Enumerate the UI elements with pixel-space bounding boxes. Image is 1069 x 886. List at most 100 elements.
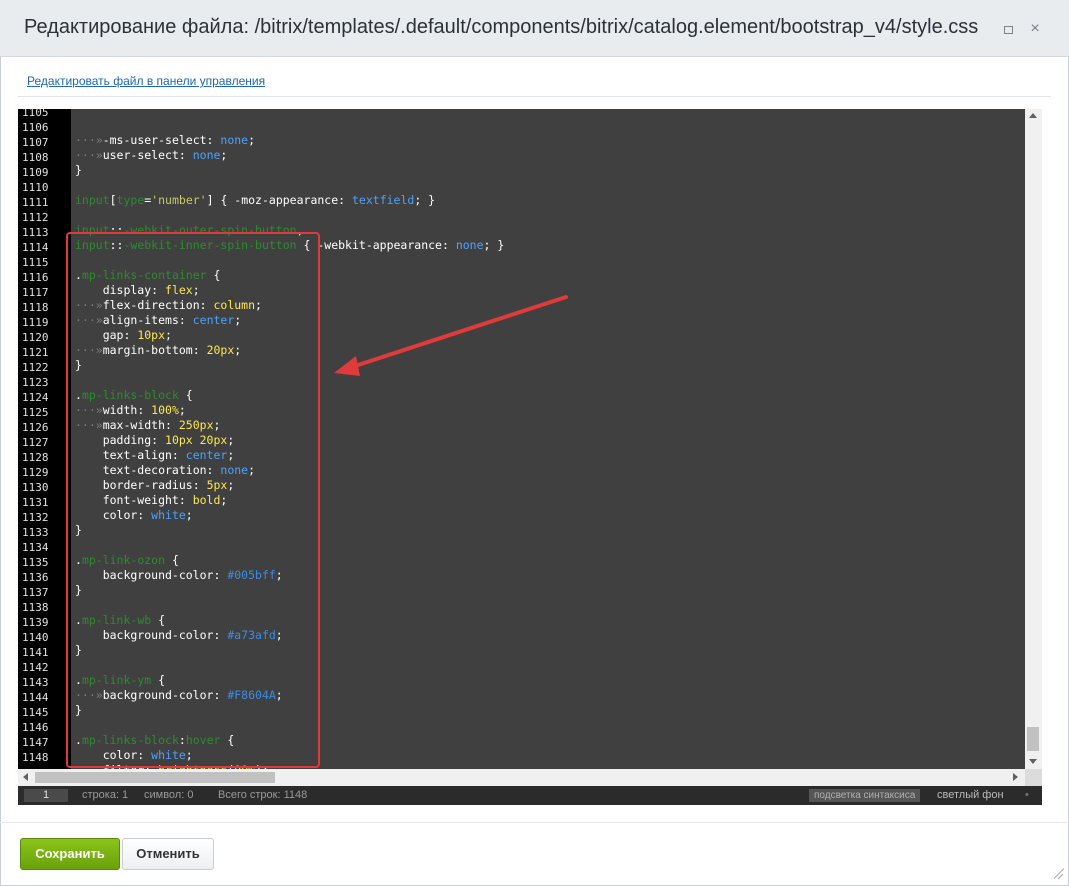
code-token: none (455, 238, 484, 252)
code-token: input (75, 193, 110, 207)
line-number: 1111 (22, 196, 49, 209)
code-token: ···» (75, 403, 103, 417)
code-token: input (75, 238, 110, 252)
code-token: input (75, 223, 110, 237)
code-line: } (75, 163, 1025, 178)
code-token: -ms-user-select: (102, 133, 221, 147)
maximize-icon[interactable] (999, 20, 1017, 38)
code-token: white (151, 508, 186, 522)
line-number: 1107 (22, 136, 49, 149)
code-token: 100% (151, 403, 179, 417)
code-token: } (75, 358, 82, 372)
code-token: ; (227, 433, 235, 447)
code-line: ···»max-width: 250px; (75, 418, 1025, 433)
dialog-titlebar[interactable]: Редактирование файла: /bitrix/templates/… (0, 0, 1069, 57)
cancel-button[interactable]: Отменить (122, 838, 214, 870)
code-token: ···» (75, 688, 103, 702)
code-token: . (75, 613, 82, 627)
code-line: ···»align-items: center; (75, 313, 1025, 328)
code-token: ; (220, 148, 228, 162)
line-number: 1114 (22, 241, 49, 254)
edit-in-panel-link[interactable]: Редактировать файл в панели управления (27, 74, 265, 88)
code-token: #F8604A (227, 688, 276, 702)
code-token: color: (75, 508, 152, 522)
code-token: gap: (75, 328, 138, 342)
save-button[interactable]: Сохранить (20, 838, 120, 870)
line-number: 1110 (22, 181, 49, 194)
status-dot: • (1025, 789, 1029, 801)
code-token: ···» (75, 133, 103, 147)
line-number-gutter: 1105 1106 1107 1108 1109 1110 1111 1112 1113 1114… (18, 109, 71, 769)
code-line: } (75, 583, 1025, 598)
syntax-highlight-toggle[interactable]: подсветка синтаксиса (809, 789, 921, 802)
code-line: .mp-link-ym { (75, 673, 1025, 688)
code-area[interactable]: ···»-ms-user-select: none; ···»user-selec… (75, 109, 1025, 769)
code-token: ; (275, 628, 283, 642)
scroll-left-icon[interactable] (23, 773, 28, 781)
light-theme-toggle[interactable]: светлый фон (937, 786, 1004, 805)
code-token: } (75, 523, 82, 537)
line-number: 1124 (22, 391, 49, 404)
code-token: ···» (75, 343, 103, 357)
code-token: margin-bottom: (102, 343, 207, 357)
code-token: type (116, 193, 145, 207)
code-line: } (75, 523, 1025, 538)
horizontal-scrollbar[interactable] (18, 769, 1025, 786)
code-token: mp-link-wb (81, 613, 152, 627)
scroll-down-icon[interactable] (1029, 759, 1037, 764)
line-number: 1127 (22, 436, 49, 449)
line-number: 1117 (22, 286, 49, 299)
code-token: 10px (137, 328, 166, 342)
code-token: width: (102, 403, 152, 417)
code-token: align-items: (102, 313, 193, 327)
resize-grip-icon[interactable] (1050, 866, 1064, 880)
code-token: border-radius: (75, 478, 207, 492)
scroll-right-icon[interactable] (1013, 773, 1018, 781)
code-token: . (75, 733, 82, 747)
code-line: ···»user-select: none; (75, 148, 1025, 163)
line-number: 1130 (22, 481, 49, 494)
line-number: 1118 (22, 301, 49, 314)
file-edit-dialog: Редактирование файла: /bitrix/templates/… (0, 0, 1069, 886)
code-token: :: (109, 223, 124, 237)
vertical-scrollbar[interactable] (1025, 109, 1042, 769)
code-token: text-decoration: (75, 463, 221, 477)
line-number: 1113 (22, 226, 49, 239)
line-number: 1108 (22, 151, 49, 164)
line-number: 1115 (22, 256, 49, 269)
close-icon[interactable]: × (1026, 20, 1044, 38)
code-token: } (75, 643, 82, 657)
code-token: center (192, 313, 235, 327)
dialog-title: Редактирование файла: /bitrix/templates/… (24, 16, 979, 38)
code-token: { -webkit-appearance: (296, 238, 456, 252)
code-editor[interactable]: 1105 1106 1107 1108 1109 1110 1111 1112 1113 1114… (18, 109, 1042, 805)
code-token: flex-direction: (102, 298, 214, 312)
code-token: font-weight: (75, 493, 193, 507)
vertical-scroll-thumb[interactable] (1027, 727, 1039, 751)
code-token: #a73afd (227, 628, 276, 642)
line-number: 1141 (22, 646, 49, 659)
code-line: gap: 10px; (75, 328, 1025, 343)
scroll-up-icon[interactable] (1029, 113, 1037, 118)
code-token: { (178, 388, 193, 402)
line-number: 1143 (22, 676, 49, 689)
divider (18, 96, 1051, 97)
line-number: 1145 (22, 706, 49, 719)
code-line: border-radius: 5px; (75, 478, 1025, 493)
code-token: mp-links-container (81, 268, 207, 282)
code-token: display: (75, 283, 166, 297)
horizontal-scroll-thumb[interactable] (35, 772, 275, 783)
line-number: 1137 (22, 586, 49, 599)
code-token: text-align: (75, 448, 186, 462)
code-token: 5px (206, 478, 228, 492)
code-token: ; (165, 328, 172, 342)
code-token: ; (275, 688, 283, 702)
code-token: mp-link-ym (81, 673, 152, 687)
code-token: mp-links-block (81, 733, 179, 747)
line-number: 1121 (22, 346, 49, 359)
code-token: { (165, 553, 179, 567)
code-token: ; (227, 448, 235, 462)
code-token: , (296, 223, 304, 237)
